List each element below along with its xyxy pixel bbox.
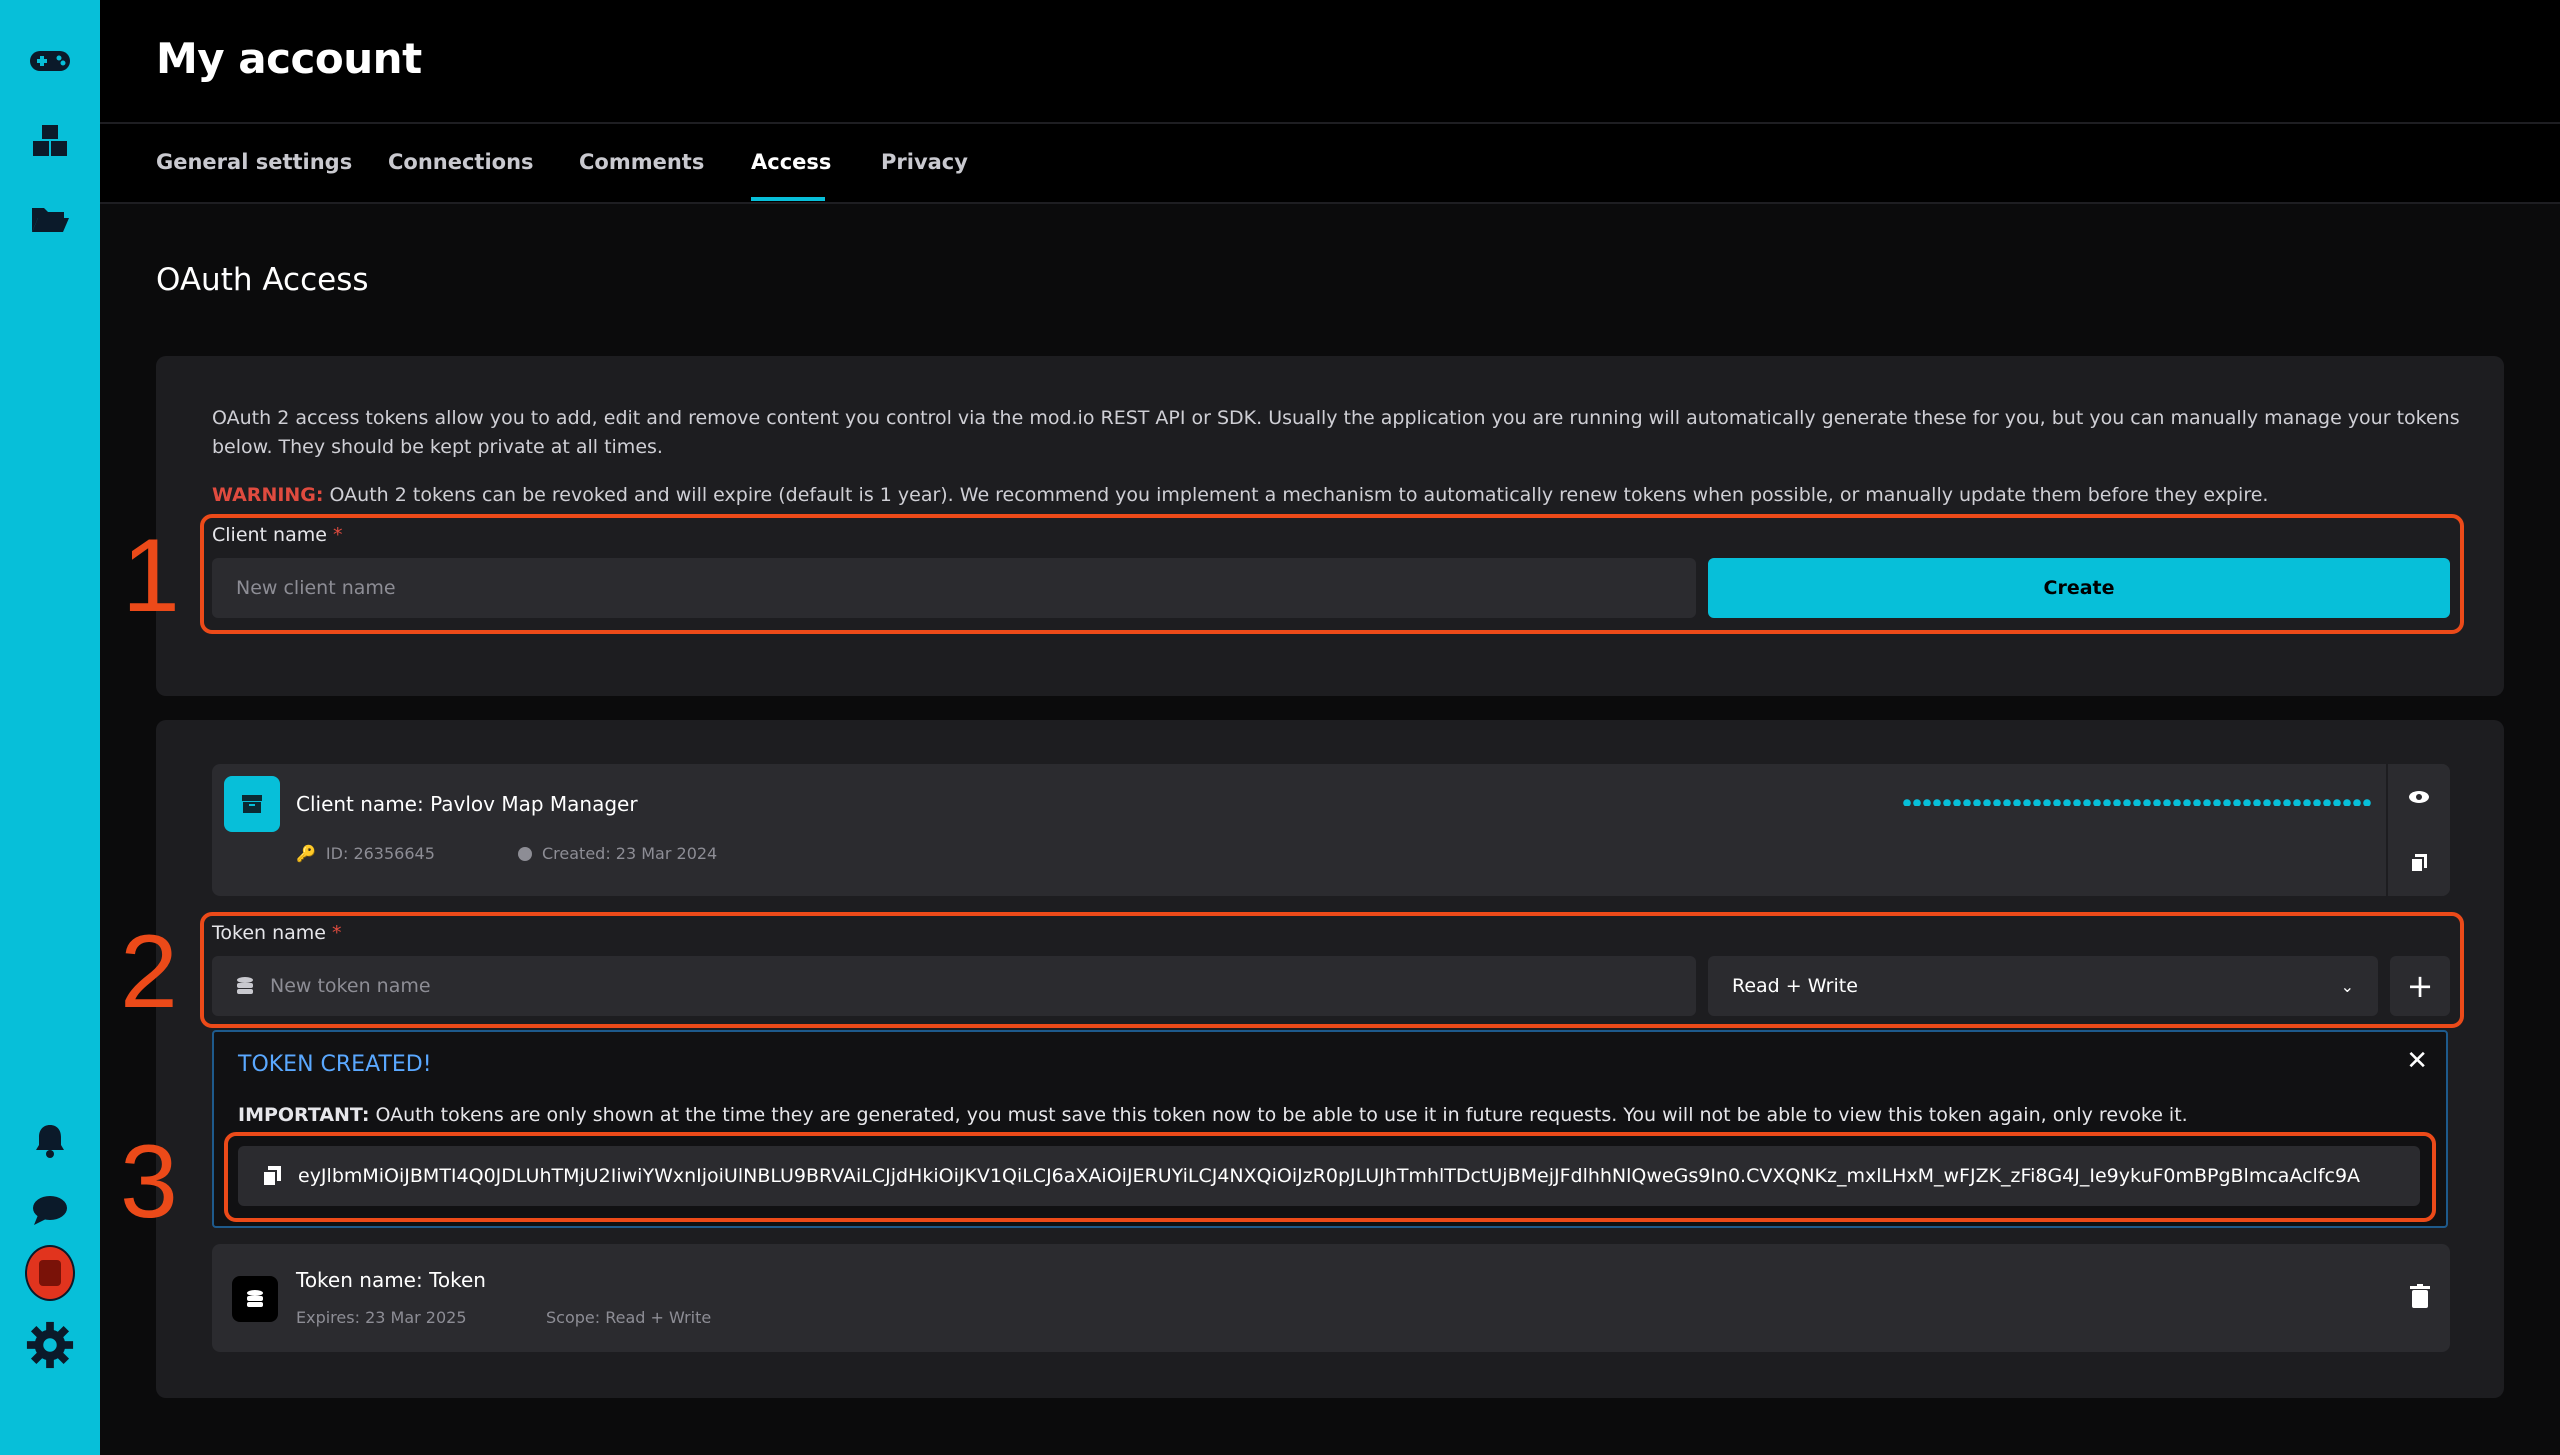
annotation-box-2 <box>200 912 2464 1028</box>
database-icon <box>232 1276 278 1322</box>
main-content: My account General settings Connections … <box>100 0 2560 1455</box>
tab-comments[interactable]: Comments <box>579 150 704 174</box>
box-icon <box>224 776 280 832</box>
warning-label: WARNING: <box>212 484 324 506</box>
important-label: IMPORTANT: <box>238 1104 370 1126</box>
top-bar: My account <box>100 0 2560 124</box>
delete-token-button[interactable] <box>2410 1284 2432 1310</box>
annotation-number-1: 1 <box>122 518 180 634</box>
client-created: Created: 23 Mar 2024 <box>518 844 717 863</box>
token-row: Token name: Token Expires: 23 Mar 2025 S… <box>212 1244 2450 1352</box>
key-icon: 🔑 <box>296 844 316 863</box>
annotation-number-3: 3 <box>120 1124 178 1240</box>
eye-icon <box>2409 791 2429 803</box>
sidebar <box>0 0 100 1455</box>
copy-icon <box>2410 854 2427 873</box>
oauth-create-card: OAuth 2 access tokens allow you to add, … <box>156 356 2504 696</box>
token-created-panel: TOKEN CREATED! ✕ IMPORTANT: OAuth tokens… <box>212 1030 2448 1228</box>
tab-connections[interactable]: Connections <box>388 150 534 174</box>
trash-icon <box>2410 1284 2430 1308</box>
tab-bar: General settings Connections Comments Ac… <box>100 124 2560 204</box>
gamepad-icon[interactable] <box>25 36 75 86</box>
important-text: OAuth tokens are only shown at the time … <box>369 1104 2188 1126</box>
close-icon[interactable]: ✕ <box>2406 1046 2428 1076</box>
oauth-description: OAuth 2 access tokens allow you to add, … <box>212 407 2460 458</box>
chat-icon[interactable] <box>25 1186 75 1236</box>
page-title: My account <box>156 34 422 83</box>
client-name: Client name: Pavlov Map Manager <box>296 792 638 816</box>
token-important-note: IMPORTANT: OAuth tokens are only shown a… <box>238 1104 2188 1126</box>
show-secret-button[interactable] <box>2386 764 2450 830</box>
token-name: Token name: Token <box>296 1268 486 1292</box>
client-id: 🔑 ID: 26356645 <box>296 844 435 863</box>
oauth-warning: WARNING: OAuth 2 tokens can be revoked a… <box>212 484 2268 506</box>
user-avatar[interactable] <box>25 1245 75 1301</box>
folder-open-icon[interactable] <box>25 194 75 244</box>
annotation-box-3 <box>224 1132 2436 1222</box>
client-card: Client name: Pavlov Map Manager 🔑 ID: 26… <box>212 764 2450 896</box>
active-tab-indicator <box>751 197 825 201</box>
tab-privacy[interactable]: Privacy <box>881 150 968 174</box>
annotation-box-1 <box>200 514 2464 634</box>
warning-text: OAuth 2 tokens can be revoked and will e… <box>323 484 2269 506</box>
token-created-title: TOKEN CREATED! <box>238 1052 432 1077</box>
tab-general-settings[interactable]: General settings <box>156 150 352 174</box>
token-scope: Scope: Read + Write <box>546 1308 712 1327</box>
token-expires: Expires: 23 Mar 2025 <box>296 1308 467 1327</box>
client-created-text: Created: 23 Mar 2024 <box>542 844 718 863</box>
cog-icon[interactable] <box>25 1320 75 1370</box>
client-id-text: ID: 26356645 <box>325 844 435 863</box>
clock-icon <box>518 846 532 861</box>
copy-secret-button[interactable] <box>2386 830 2450 896</box>
oauth-clients-card: Client name: Pavlov Map Manager 🔑 ID: 26… <box>156 720 2504 1398</box>
bell-icon[interactable] <box>25 1116 75 1166</box>
tab-access[interactable]: Access <box>751 150 831 174</box>
masked-secret <box>1902 798 2372 806</box>
cubes-icon[interactable] <box>25 116 75 166</box>
section-title: OAuth Access <box>156 262 369 298</box>
annotation-number-2: 2 <box>120 914 178 1030</box>
